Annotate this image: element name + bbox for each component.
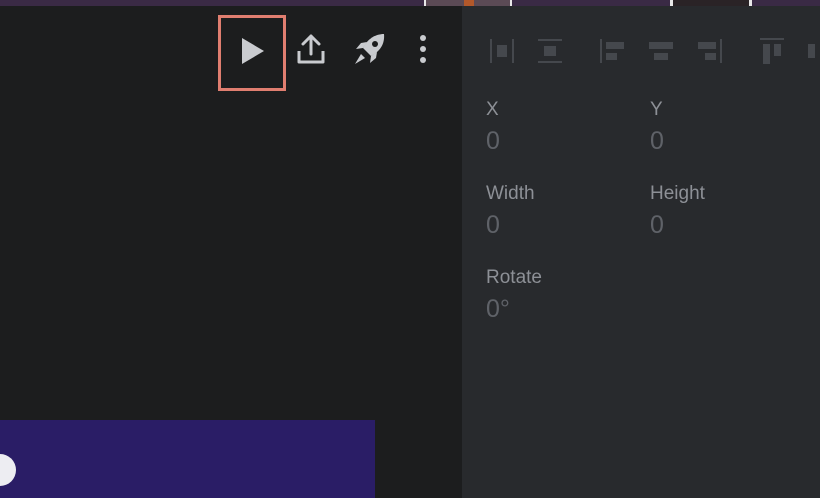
align-middle-icon[interactable] (806, 36, 820, 66)
y-label: Y (650, 99, 663, 120)
more-vertical-icon (418, 34, 428, 69)
align-right-icon[interactable] (696, 36, 724, 66)
rocket-icon (352, 31, 388, 72)
width-label: Width (486, 183, 535, 204)
align-center-horizontal-icon[interactable] (647, 36, 675, 66)
upload-icon (295, 33, 327, 70)
align-center-vertical-icon[interactable] (536, 36, 564, 66)
rotate-label: Rotate (486, 267, 542, 288)
height-label: Height (650, 183, 705, 204)
canvas-area (0, 6, 462, 498)
y-input[interactable]: 0 (650, 127, 664, 156)
more-options-button[interactable] (406, 19, 440, 83)
distribute-horizontal-icon[interactable] (488, 36, 516, 66)
play-icon (238, 36, 266, 71)
align-top-icon[interactable] (758, 36, 786, 66)
properties-panel: X 0 Y 0 Width 0 Height 0 Rotate 0° (462, 6, 820, 498)
x-input[interactable]: 0 (486, 127, 500, 156)
export-button[interactable] (279, 19, 343, 83)
height-input[interactable]: 0 (650, 211, 664, 240)
alignment-toolbar (462, 36, 820, 66)
toggle-knob (0, 454, 16, 486)
rotate-input[interactable]: 0° (486, 295, 510, 324)
x-label: X (486, 99, 499, 120)
align-left-icon[interactable] (598, 36, 626, 66)
launch-button[interactable] (338, 19, 402, 83)
slide-preview-element[interactable] (0, 420, 375, 498)
width-input[interactable]: 0 (486, 211, 500, 240)
play-button[interactable] (218, 15, 286, 91)
